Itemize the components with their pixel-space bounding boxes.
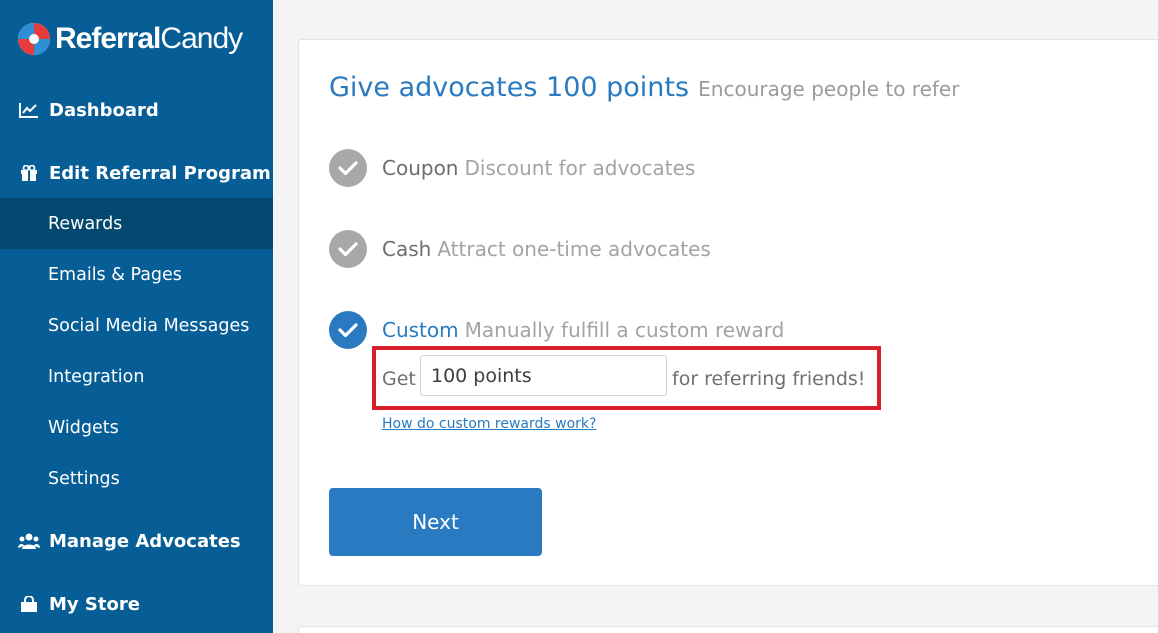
gift-icon	[18, 165, 40, 181]
candy-logo-icon	[17, 21, 51, 57]
sidebar-item-label: Rewards	[48, 213, 123, 234]
custom-rewards-help-link[interactable]: How do custom rewards work?	[382, 416, 596, 432]
option-description: Attract one-time advocates	[437, 237, 711, 261]
nav-manage-advocates-label: Manage Advocates	[49, 530, 241, 552]
check-circle-icon	[329, 230, 367, 268]
check-circle-icon	[329, 149, 367, 187]
sidebar-item-emails-pages[interactable]: Emails & Pages	[0, 249, 273, 300]
sidebar-item-social-media-messages[interactable]: Social Media Messages	[0, 300, 273, 351]
nav-edit-referral-program-label: Edit Referral Program	[49, 162, 271, 184]
nav-my-store[interactable]: My Store	[0, 590, 273, 618]
shopping-bag-icon	[18, 596, 40, 612]
referralcandy-logo[interactable]: ReferralCandy	[17, 21, 243, 57]
option-description: Discount for advocates	[464, 156, 696, 180]
sidebar-item-settings[interactable]: Settings	[0, 453, 273, 504]
nav-dashboard-label: Dashboard	[49, 99, 159, 121]
nav-dashboard[interactable]: Dashboard	[0, 96, 273, 124]
custom-reward-input[interactable]	[420, 355, 667, 396]
page-title: Give advocates 100 points Encourage peop…	[329, 72, 959, 103]
reward-option-cash[interactable]: Cash Attract one-time advocates	[329, 230, 711, 268]
nav-edit-referral-program[interactable]: Edit Referral Program	[0, 159, 273, 187]
sidebar-item-label: Emails & Pages	[48, 264, 182, 285]
nav-manage-advocates[interactable]: Manage Advocates	[0, 527, 273, 555]
sidebar-item-label: Social Media Messages	[48, 315, 250, 336]
nav-my-store-label: My Store	[49, 593, 140, 615]
option-label: Custom	[382, 318, 459, 342]
users-icon	[18, 533, 40, 549]
brand-name: ReferralCandy	[55, 22, 243, 55]
sidebar-item-integration[interactable]: Integration	[0, 351, 273, 402]
reward-suffix: for referring friends!	[672, 368, 866, 390]
reward-option-custom[interactable]: Custom Manually fulfill a custom reward	[329, 311, 784, 349]
sidebar-item-widgets[interactable]: Widgets	[0, 402, 273, 453]
next-button[interactable]: Next	[329, 488, 542, 556]
sidebar: ReferralCandy Dashboard Edit Referral Pr…	[0, 0, 273, 633]
sidebar-item-label: Integration	[48, 366, 145, 387]
page-title-subtitle: Encourage people to refer	[698, 77, 960, 101]
next-card	[298, 626, 1158, 633]
sidebar-item-rewards[interactable]: Rewards	[0, 198, 273, 249]
reward-prefix: Get	[382, 368, 416, 390]
sidebar-item-label: Settings	[48, 468, 120, 489]
reward-option-coupon[interactable]: Coupon Discount for advocates	[329, 149, 695, 187]
option-label: Coupon	[382, 156, 459, 180]
sidebar-item-label: Widgets	[48, 417, 119, 438]
option-label: Cash	[382, 237, 432, 261]
page-title-main: Give advocates 100 points	[329, 72, 690, 103]
chart-line-icon	[18, 102, 40, 118]
option-description: Manually fulfill a custom reward	[464, 318, 785, 342]
check-circle-icon	[329, 311, 367, 349]
